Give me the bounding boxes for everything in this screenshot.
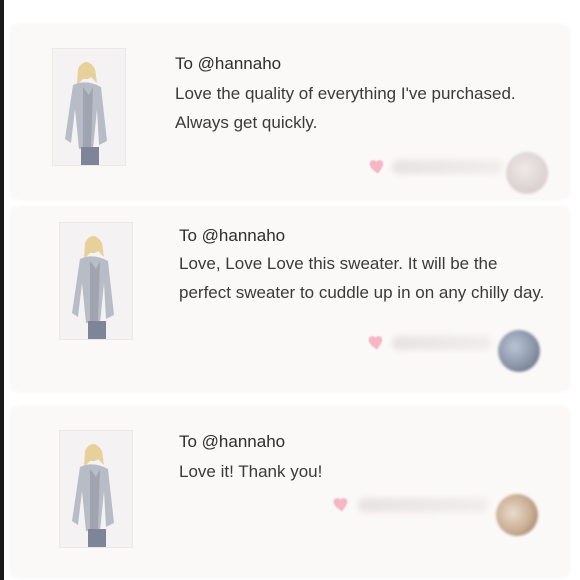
sweater-model-image	[60, 431, 132, 547]
heart-icon[interactable]	[332, 494, 352, 514]
review-text: Love the quality of everything I've purc…	[175, 84, 516, 132]
product-thumbnail[interactable]	[59, 222, 133, 340]
review-card: To @hannaho Love it! Thank you!	[12, 408, 568, 576]
review-card: To @hannaho Love, Love Love this sweater…	[12, 208, 568, 390]
reviewer-avatar[interactable]	[498, 330, 540, 372]
reviewer-avatar[interactable]	[506, 152, 548, 194]
sweater-model-image	[60, 223, 132, 339]
heart-icon[interactable]	[367, 332, 387, 352]
reviewer-name-blurred	[392, 160, 502, 174]
reviewer-name-blurred	[392, 336, 492, 350]
review-card: To @hannaho Love the quality of everythi…	[12, 26, 568, 198]
recipient-label: To @hannaho	[179, 432, 286, 451]
review-text: Love, Love Love this sweater. It will be…	[179, 254, 545, 302]
recipient-label: To @hannaho	[179, 226, 286, 245]
review-text: Love it! Thank you!	[179, 462, 323, 481]
product-thumbnail[interactable]	[59, 430, 133, 548]
recipient-label: To @hannaho	[175, 54, 282, 73]
sweater-model-image	[53, 49, 125, 165]
reviewer-avatar[interactable]	[496, 494, 538, 536]
left-edge-divider	[0, 0, 4, 580]
heart-icon[interactable]	[368, 156, 388, 176]
product-thumbnail[interactable]	[52, 48, 126, 166]
reviewer-name-blurred	[358, 498, 488, 512]
